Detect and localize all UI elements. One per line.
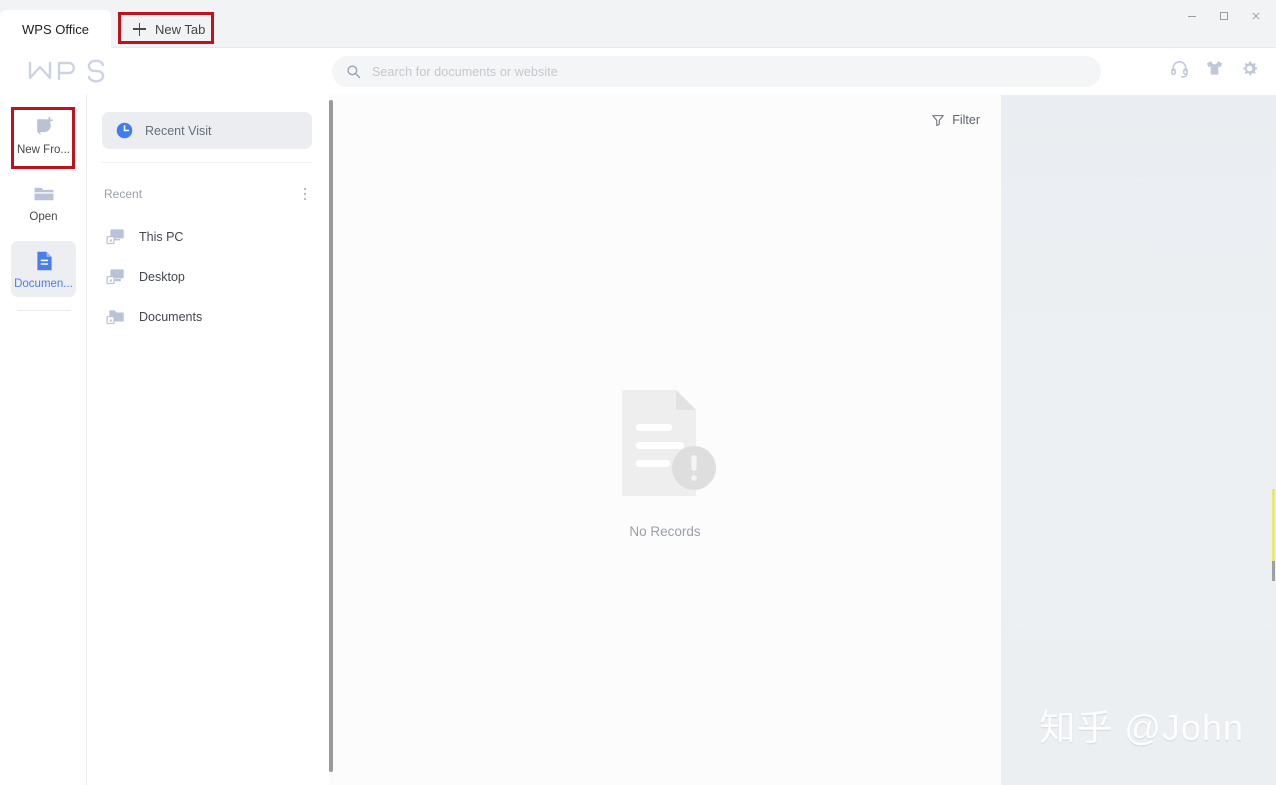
- maximize-icon: [1220, 12, 1228, 20]
- content-area: Filter No Records: [329, 94, 1001, 785]
- support-headset-icon: [1171, 61, 1188, 78]
- nav-item-documents[interactable]: Documents: [102, 300, 314, 333]
- support-headset-button[interactable]: [1169, 58, 1190, 84]
- filter-button[interactable]: Filter: [931, 113, 980, 127]
- nav-item-desktop[interactable]: Desktop: [102, 260, 314, 293]
- tab-wps-office[interactable]: WPS Office: [0, 10, 111, 48]
- tab-wps-office-label: WPS Office: [22, 21, 89, 37]
- settings-gear-icon: [1243, 61, 1258, 76]
- nav-item-desktop-label: Desktop: [139, 269, 185, 284]
- tab-strip: WPS Office New Tab: [0, 0, 227, 48]
- window-controls: [1176, 0, 1272, 32]
- filter-button-label: Filter: [952, 113, 980, 127]
- left-rail: New Fro... Open Documen...: [0, 94, 87, 785]
- tab-new-tab-label: New Tab: [154, 21, 206, 37]
- close-button[interactable]: [1240, 1, 1272, 31]
- skins-tshirt-icon: [1206, 61, 1223, 75]
- kebab-menu-icon[interactable]: [296, 185, 314, 203]
- minimize-button[interactable]: [1176, 1, 1208, 31]
- nav-item-recent-visit[interactable]: Recent Visit: [102, 112, 312, 149]
- search-bar[interactable]: Search for documents or website: [332, 56, 1101, 87]
- filter-funnel-icon: [932, 115, 944, 127]
- wps-office-window: WPS Office New Tab Search for documents …: [0, 0, 1276, 785]
- empty-state-label: No Records: [629, 524, 701, 539]
- nav-item-this-pc-label: This PC: [139, 229, 184, 244]
- close-icon: [1252, 12, 1260, 20]
- rail-item-documents[interactable]: Documen...: [11, 241, 76, 297]
- rail-separator: [17, 310, 71, 311]
- nav-item-recent-visit-label: Recent Visit: [145, 123, 212, 138]
- clock-icon: [116, 122, 133, 139]
- search-icon: [347, 65, 361, 79]
- rail-item-open[interactable]: Open: [11, 174, 76, 230]
- maximize-button[interactable]: [1208, 1, 1240, 31]
- app-header: Search for documents or website: [0, 48, 1276, 94]
- wps-logo: [27, 58, 111, 84]
- right-panel: 知乎 @John: [1001, 95, 1276, 785]
- folder-icon: [106, 310, 124, 325]
- watermark: 知乎 @John: [1039, 707, 1244, 748]
- this-pc-icon: [106, 229, 124, 245]
- rail-item-open-label: Open: [29, 210, 58, 223]
- open-folder-icon: [34, 187, 53, 200]
- plus-icon: [132, 22, 146, 36]
- edge-artifact-yellow: [1272, 489, 1275, 561]
- minimize-icon: [1188, 16, 1196, 17]
- skins-tshirt-button[interactable]: [1204, 58, 1225, 84]
- content-scrollbar[interactable]: [329, 100, 333, 772]
- search-input[interactable]: Search for documents or website: [372, 65, 558, 79]
- empty-state: No Records: [329, 384, 1001, 539]
- rail-item-new-from[interactable]: New Fro...: [11, 107, 76, 163]
- nav-panel: Recent Visit Recent This PC Desktop Docu…: [87, 94, 329, 785]
- edge-artifact-grey: [1272, 561, 1275, 581]
- settings-gear-button[interactable]: [1239, 58, 1260, 84]
- title-bar: WPS Office New Tab: [0, 0, 1276, 48]
- desktop-icon: [106, 269, 124, 285]
- rail-item-documents-label: Documen...: [14, 277, 73, 290]
- nav-item-this-pc[interactable]: This PC: [102, 220, 314, 253]
- header-actions: [1169, 48, 1268, 94]
- tab-new-tab[interactable]: New Tab: [111, 10, 227, 48]
- nav-item-documents-label: Documents: [139, 309, 203, 324]
- nav-section-recent-title: Recent: [104, 187, 143, 201]
- nav-divider: [102, 162, 312, 163]
- new-from-icon: [36, 116, 53, 135]
- rail-item-new-from-label: New Fro...: [16, 143, 71, 156]
- no-records-document-icon: [622, 390, 716, 496]
- documents-file-icon: [36, 251, 52, 270]
- nav-section-recent: Recent: [102, 182, 314, 206]
